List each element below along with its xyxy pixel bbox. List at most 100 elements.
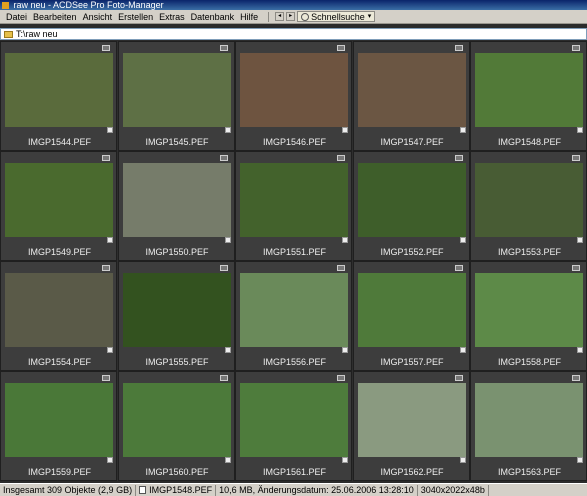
thumbnail-image[interactable] [240,383,348,457]
thumbnail-image[interactable] [5,163,113,237]
thumbnail-item[interactable]: IMGP1556.PEF [235,261,352,371]
chevron-down-icon: ▾ [367,12,372,20]
forward-icon[interactable]: ▸ [286,12,296,21]
thumbnail-image[interactable] [357,273,466,347]
raw-format-icon [102,155,110,161]
thumbnail-item[interactable]: IMGP1544.PEF [0,41,117,151]
select-checkbox[interactable] [224,347,231,353]
select-checkbox[interactable] [224,457,231,463]
thumbnail-item[interactable]: IMGP1557.PEF [352,261,470,371]
path-value: T:\raw neu [16,29,58,39]
menu-datenbank[interactable]: Datenbank [191,12,235,22]
menu-erstellen[interactable]: Erstellen [118,12,153,22]
thumbnail-grid: IMGP1544.PEF IMGP1545.PEF IMGP1546.PEF IMGP… [0,41,587,481]
status-total: Insgesamt 309 Objekte (2,9 GB) [0,484,137,496]
thumbnail-caption: IMGP1554.PEF [27,357,92,367]
thumbnail-item[interactable]: IMGP1551.PEF [235,151,352,261]
thumbnail-image[interactable] [240,53,348,127]
select-checkbox[interactable] [342,347,348,353]
thumbnail-item[interactable]: IMGP1559.PEF [0,371,117,481]
thumbnail-image[interactable] [357,53,466,127]
thumbnail-item[interactable]: IMGP1561.PEF [235,371,352,481]
thumbnail-image[interactable] [475,383,583,457]
select-checkbox[interactable] [107,237,113,243]
thumbnail-image[interactable] [357,383,466,457]
select-checkbox[interactable] [107,347,113,353]
select-checkbox[interactable] [577,347,583,353]
thumbnail-item[interactable]: IMGP1560.PEF [117,371,235,481]
thumbnail-image[interactable] [475,273,583,347]
thumbnail-caption: IMGP1551.PEF [262,247,327,257]
thumbnail-image[interactable] [122,273,231,347]
raw-format-icon [102,265,110,271]
select-checkbox[interactable] [342,127,348,133]
thumbnail-item[interactable]: IMGP1545.PEF [117,41,235,151]
thumbnail-caption: IMGP1546.PEF [262,137,327,147]
thumbnail-item[interactable]: IMGP1548.PEF [470,41,587,151]
thumbnail-image[interactable] [475,163,583,237]
thumbnail-item[interactable]: IMGP1550.PEF [117,151,235,261]
thumbnail-item[interactable]: IMGP1563.PEF [470,371,587,481]
raw-format-icon [572,155,580,161]
select-checkbox[interactable] [459,347,466,353]
thumbnail-caption: IMGP1553.PEF [497,247,562,257]
thumbnail-item[interactable]: IMGP1554.PEF [0,261,117,371]
thumbnail-image[interactable] [5,273,113,347]
menu-extras[interactable]: Extras [159,12,185,22]
select-checkbox[interactable] [224,127,231,133]
raw-format-icon [454,375,463,381]
thumbnail-image[interactable] [357,163,466,237]
path-field[interactable]: T:\raw neu [0,28,587,40]
select-checkbox[interactable] [342,457,348,463]
thumbnail-item[interactable]: IMGP1562.PEF [352,371,470,481]
select-checkbox[interactable] [577,237,583,243]
select-checkbox[interactable] [577,127,583,133]
status-bar: Insgesamt 309 Objekte (2,9 GB) IMGP1548.… [0,483,587,496]
thumbnail-item[interactable]: IMGP1558.PEF [470,261,587,371]
raw-format-icon [454,155,463,161]
folder-icon [4,30,13,38]
select-checkbox[interactable] [342,237,348,243]
thumbnail-image[interactable] [475,53,583,127]
menu-ansicht[interactable]: Ansicht [83,12,113,22]
select-checkbox[interactable] [459,457,466,463]
back-icon[interactable]: ◂ [275,12,285,21]
thumbnail-caption: IMGP1550.PEF [145,247,209,257]
thumbnail-caption: IMGP1563.PEF [497,467,562,477]
app-icon [2,2,9,9]
thumbnail-image[interactable] [122,163,231,237]
quick-search-label: Schnellsuche [311,11,365,22]
thumbnail-image[interactable] [5,383,113,457]
raw-format-icon [572,265,580,271]
window-title: raw neu - ACDSee Pro Foto-Manager [13,0,164,10]
thumbnail-caption: IMGP1561.PEF [262,467,327,477]
select-checkbox[interactable] [107,457,113,463]
thumbnail-item[interactable]: IMGP1555.PEF [117,261,235,371]
select-checkbox[interactable] [107,127,113,133]
select-checkbox[interactable] [224,237,231,243]
thumbnail-image[interactable] [5,53,113,127]
thumbnail-caption: IMGP1545.PEF [145,137,209,147]
select-checkbox[interactable] [459,237,466,243]
thumbnail-image[interactable] [122,53,231,127]
thumbnail-item[interactable]: IMGP1552.PEF [352,151,470,261]
thumbnail-item[interactable]: IMGP1553.PEF [470,151,587,261]
quick-search-button[interactable]: Schnellsuche ▾ [297,11,376,22]
status-selected-file: IMGP1548.PEF [136,484,217,496]
thumbnail-item[interactable]: IMGP1546.PEF [235,41,352,151]
thumbnail-image[interactable] [240,273,348,347]
menu-hilfe[interactable]: Hilfe [240,12,258,22]
thumbnail-image[interactable] [240,163,348,237]
select-checkbox[interactable] [459,127,466,133]
thumbnail-caption: IMGP1548.PEF [497,137,562,147]
thumbnail-caption: IMGP1549.PEF [27,247,92,257]
title-bar: raw neu - ACDSee Pro Foto-Manager [0,0,587,10]
thumbnail-item[interactable]: IMGP1547.PEF [352,41,470,151]
menu-bearbeiten[interactable]: Bearbeiten [33,12,77,22]
status-dimensions: 3040x2022x48b [418,484,489,496]
thumbnail-item[interactable]: IMGP1549.PEF [0,151,117,261]
thumbnail-image[interactable] [122,383,231,457]
select-checkbox[interactable] [577,457,583,463]
raw-format-icon [337,45,345,51]
menu-datei[interactable]: Datei [6,12,27,22]
